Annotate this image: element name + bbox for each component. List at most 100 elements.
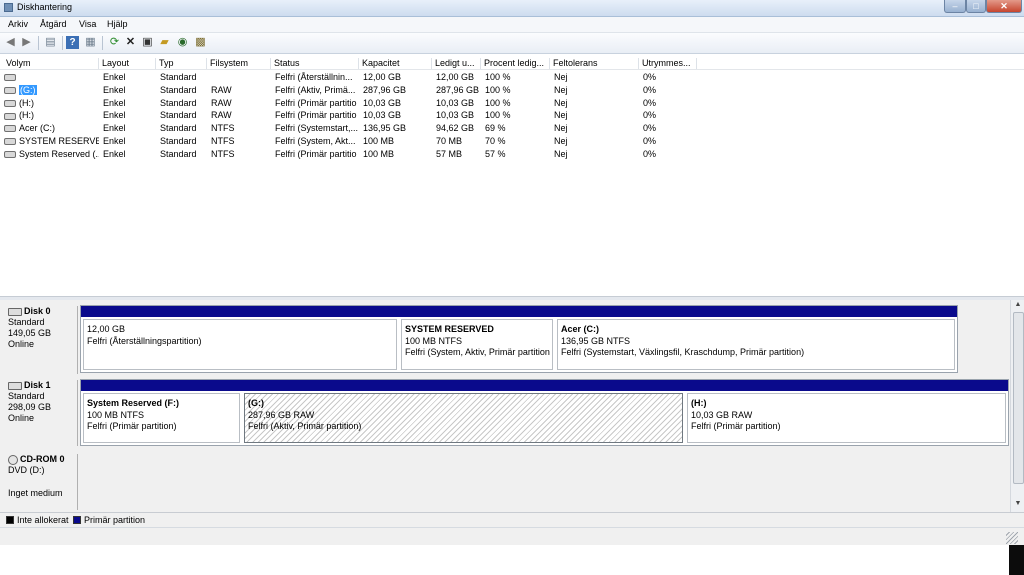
cell-felt: Nej [554, 72, 568, 82]
cell-fs: RAW [211, 110, 232, 121]
cell-kap: 100 MB [363, 136, 395, 146]
cell-typ: Standard [160, 97, 197, 108]
partition-status: Felfri (Systemstart, Växlingsfil, Krasch… [561, 347, 805, 357]
scroll-thumb[interactable] [1013, 312, 1024, 484]
cell-typ: Standard [160, 72, 197, 82]
desktop-edge [1009, 545, 1024, 575]
volume-name: (H:) [19, 97, 34, 108]
cell-ledigt: 57 MB [436, 148, 463, 159]
connect-icon[interactable]: ▩ [194, 36, 207, 49]
cell-ledigt: 287,96 GB [436, 84, 480, 95]
cell-utr: 0% [643, 110, 657, 121]
column-ledigt[interactable]: Ledigt u... [432, 58, 481, 69]
partition-size: 100 MB NTFS [405, 335, 463, 346]
properties-icon[interactable]: ▦ [84, 36, 97, 49]
cell-layout: Enkel [103, 123, 126, 134]
partition-recovery[interactable]: 12,00 GB Felfri (Återställningspartition) [81, 306, 399, 372]
cell-utr: 0% [643, 84, 657, 95]
partition-acer-c[interactable]: Acer (C:) 136,95 GB NTFS Felfri (Systemsta… [555, 306, 957, 372]
cdrom-label[interactable]: CD-ROM 0 DVD (D:) Inget medium [2, 454, 78, 510]
find-icon[interactable]: ◉ [176, 36, 189, 49]
disk1-type: Standard [8, 391, 45, 401]
cell-felt: Nej [554, 136, 568, 146]
column-status[interactable]: Status [271, 58, 359, 69]
delete-icon[interactable]: ✕ [124, 36, 137, 49]
volume-name: (H:) [19, 110, 34, 121]
cell-felt: Nej [554, 84, 568, 95]
column-kapacitet[interactable]: Kapacitet [359, 58, 432, 69]
console-tree-icon[interactable]: ▤ [44, 36, 57, 49]
cell-kap: 10,03 GB [363, 110, 402, 121]
menu-bar: Arkiv Åtgärd Visa Hjälp [0, 17, 1024, 33]
back-icon[interactable]: ◀ [4, 36, 17, 49]
partition-status: Felfri (Återställningspartition) [87, 335, 202, 346]
forward-icon[interactable]: ▶ [20, 36, 33, 49]
cell-kap: 136,95 GB [363, 123, 407, 134]
resize-grip-icon[interactable] [1006, 532, 1018, 544]
cell-typ: Standard [160, 148, 197, 159]
table-row[interactable]: SYSTEM RESERVED Enkel Standard NTFS Felfri (… [0, 135, 700, 148]
table-row[interactable]: Enkel Standard Felfri (Återställnin... 12,0… [0, 71, 700, 84]
table-row[interactable]: Acer (C:) Enkel Standard NTFS Felfri (System… [0, 122, 700, 135]
volume-icon [4, 138, 16, 146]
toolbar-separator [102, 36, 103, 50]
volume-name: System Reserved (... [19, 148, 99, 159]
help-icon[interactable]: ? [66, 36, 79, 49]
cell-vol: System Reserved (... [4, 149, 99, 159]
menu-hjalp[interactable]: Hjälp [107, 19, 128, 29]
disk1-label[interactable]: Disk 1 Standard 298,09 GB Online [2, 380, 78, 446]
disk-icon [8, 381, 22, 390]
column-feltolerans[interactable]: Feltolerans [550, 58, 639, 69]
cell-status: Felfri (System, Akt... [275, 136, 356, 146]
primary-swatch [73, 516, 81, 524]
cell-pct: 100 % [485, 97, 511, 108]
partition-g[interactable]: (G:) 287,96 GB RAW Felfri (Aktiv, Primär p… [242, 380, 685, 445]
open-icon[interactable]: ▣ [141, 36, 154, 49]
partition-size: 136,95 GB NTFS [561, 335, 631, 346]
menu-arkiv[interactable]: Arkiv [8, 19, 28, 29]
vertical-scrollbar[interactable]: ▲ ▼ [1010, 300, 1024, 512]
cell-fs: NTFS [211, 148, 235, 159]
disk0-name: Disk 0 [24, 306, 51, 316]
column-utrymme[interactable]: Utrymmes... [639, 58, 697, 69]
column-volym[interactable]: Volym [3, 58, 99, 69]
partition-system-reserved[interactable]: SYSTEM RESERVED 100 MB NTFS Felfri (System… [399, 306, 555, 372]
partition-h[interactable]: (H:) 10,03 GB RAW Felfri (Primär partition… [685, 380, 1008, 445]
partition-status: Felfri (Aktiv, Primär partition) [248, 421, 362, 431]
menu-atgard[interactable]: Åtgärd [40, 19, 67, 29]
close-button[interactable]: ✕ [986, 0, 1022, 13]
folder-icon[interactable]: ▰ [158, 36, 171, 49]
minimize-button[interactable]: – [944, 0, 966, 13]
partition-size: 10,03 GB RAW [691, 409, 753, 420]
cell-utr: 0% [643, 123, 657, 134]
cell-pct: 100 % [485, 110, 511, 121]
table-row[interactable]: (G:) Enkel Standard RAW Felfri (Aktiv, Primä… [0, 84, 700, 97]
table-row[interactable]: (H:) Enkel Standard RAW Felfri (Primär parti… [0, 109, 700, 122]
table-row[interactable]: System Reserved (... Enkel Standard NTFS Fel… [0, 148, 700, 161]
table-row[interactable]: (H:) Enkel Standard RAW Felfri (Primär parti… [0, 97, 700, 110]
scroll-up-icon[interactable]: ▲ [1014, 301, 1022, 308]
column-procent[interactable]: Procent ledig... [481, 58, 550, 69]
cell-utr: 0% [643, 136, 657, 146]
cell-layout: Enkel [103, 110, 126, 121]
cell-fs: NTFS [211, 123, 235, 134]
cdrom-state: Inget medium [8, 488, 63, 498]
cell-status: Felfri (Primär partitio [275, 110, 357, 121]
cell-status: Felfri (Systemstart,... [275, 123, 359, 134]
cell-vol: (H:) [4, 98, 99, 108]
status-bar [0, 527, 1024, 545]
volume-icon [4, 74, 16, 82]
refresh-icon[interactable]: ⟳ [108, 36, 121, 49]
maximize-button[interactable]: □ [966, 0, 986, 13]
partition-system-reserved-f[interactable]: System Reserved (F:) 100 MB NTFS Felfri (P… [81, 380, 242, 445]
disk0-label[interactable]: Disk 0 Standard 149,05 GB Online [2, 306, 78, 374]
primary-partition-bar [81, 380, 242, 391]
column-typ[interactable]: Typ [156, 58, 207, 69]
column-filsystem[interactable]: Filsystem [207, 58, 271, 69]
scroll-down-icon[interactable]: ▼ [1014, 500, 1022, 507]
column-layout[interactable]: Layout [99, 58, 156, 69]
menu-visa[interactable]: Visa [79, 19, 96, 29]
cell-utr: 0% [643, 97, 657, 108]
cell-felt: Nej [554, 110, 568, 121]
cell-pct: 69 % [485, 123, 506, 134]
